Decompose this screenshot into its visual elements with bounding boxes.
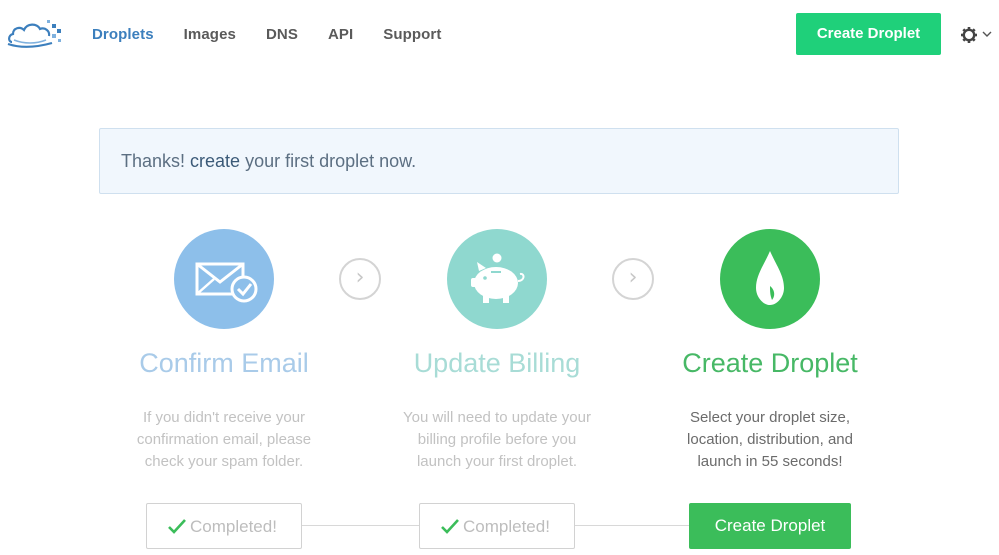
create-droplet-button[interactable]: Create Droplet <box>689 503 851 549</box>
confirm-email-step-circle <box>174 229 274 329</box>
step-arrow-1: › <box>339 258 381 300</box>
top-header: Droplets Images DNS API Support Create D… <box>0 0 999 70</box>
step-connector-2 <box>574 525 689 526</box>
completed-label: Completed! <box>190 517 277 536</box>
nav-support[interactable]: Support <box>383 26 441 43</box>
nav-droplets[interactable]: Droplets <box>92 26 154 43</box>
step-arrow-2: › <box>612 258 654 300</box>
banner-suffix: your first droplet now. <box>240 151 417 171</box>
completed-label: Completed! <box>463 517 550 536</box>
create-droplet-description: Select your droplet size, location, dist… <box>687 409 853 470</box>
main-nav: Droplets Images DNS API Support <box>92 26 471 43</box>
update-billing-step-circle <box>447 229 547 329</box>
checkmark-icon <box>441 519 459 534</box>
checkmark-icon <box>168 519 186 534</box>
chevron-right-icon: › <box>628 265 638 290</box>
nav-images[interactable]: Images <box>184 26 236 43</box>
droplet-icon <box>756 251 784 305</box>
create-droplet-step-circle <box>720 229 820 329</box>
confirm-email-description: If you didn't receive your confirmation … <box>136 409 312 470</box>
create-droplet-title: Create Droplet <box>682 348 858 378</box>
nav-api[interactable]: API <box>328 26 353 43</box>
create-droplet-header-button[interactable]: Create Droplet <box>796 13 941 55</box>
gear-icon <box>961 27 992 43</box>
nav-dns[interactable]: DNS <box>266 26 298 43</box>
banner-create-link[interactable]: create <box>190 151 240 171</box>
update-billing-description: You will need to update your billing pro… <box>403 409 591 470</box>
update-billing-title: Update Billing <box>413 348 581 378</box>
step-connector-1 <box>301 525 419 526</box>
chevron-right-icon: › <box>355 265 365 290</box>
confirm-email-title: Confirm Email <box>139 348 309 378</box>
envelope-check-icon <box>195 262 258 303</box>
confirm-email-completed-button[interactable]: Completed! <box>146 503 302 549</box>
chevron-down-icon <box>982 31 992 37</box>
settings-menu[interactable] <box>959 24 993 46</box>
welcome-banner: Thanks! create your first droplet now. <box>99 128 899 194</box>
update-billing-completed-button[interactable]: Completed! <box>419 503 575 549</box>
piggy-bank-icon <box>471 253 525 303</box>
digitalocean-logo[interactable] <box>6 14 64 50</box>
banner-prefix: Thanks! <box>121 151 191 171</box>
